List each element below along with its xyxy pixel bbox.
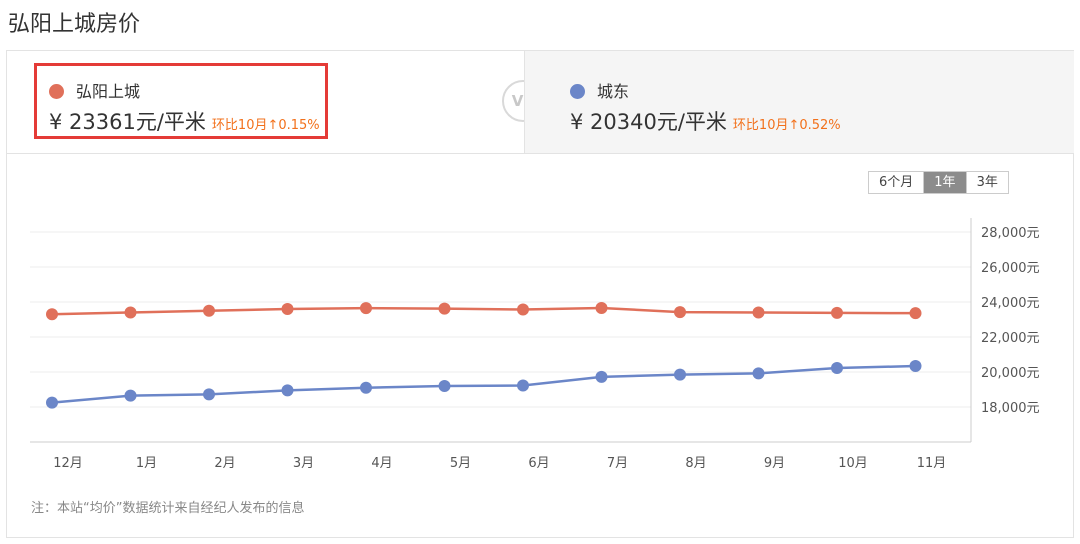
y-tick-label: 22,000元 bbox=[981, 331, 1040, 346]
series-point-0 bbox=[517, 303, 529, 316]
series-point-1 bbox=[124, 389, 137, 402]
x-tick-label: 5月 bbox=[450, 456, 471, 471]
x-tick-label: 6月 bbox=[528, 456, 549, 471]
x-tick-label: 1月 bbox=[136, 456, 157, 471]
series-point-0 bbox=[909, 307, 922, 320]
x-tick-label: 10月 bbox=[838, 456, 868, 471]
y-tick-label: 26,000元 bbox=[981, 261, 1040, 276]
series-point-0 bbox=[674, 306, 686, 319]
price-line-chart: 18,000元 20,000元 22,000元 24,000元 26,000元 28,00… bbox=[30, 218, 1040, 471]
y-tick-label: 28,000元 bbox=[981, 226, 1040, 241]
series-point-1 bbox=[831, 361, 843, 374]
series-point-0 bbox=[595, 301, 608, 314]
series-point-1 bbox=[909, 360, 922, 373]
series-point-0 bbox=[752, 306, 765, 319]
series-point-0 bbox=[281, 303, 294, 315]
x-tick-label: 8月 bbox=[685, 456, 706, 471]
series-point-0 bbox=[360, 302, 372, 315]
x-tick-label: 12月 bbox=[53, 456, 83, 471]
series-point-1 bbox=[360, 381, 372, 394]
series-point-1 bbox=[595, 370, 608, 383]
series-point-1 bbox=[281, 384, 294, 397]
x-tick-label: 9月 bbox=[764, 456, 785, 471]
series-point-0 bbox=[831, 306, 843, 319]
x-tick-label: 11月 bbox=[917, 456, 947, 471]
series-point-1 bbox=[438, 380, 451, 392]
x-tick-label: 3月 bbox=[293, 456, 314, 471]
series-point-1 bbox=[752, 367, 765, 380]
x-tick-label: 7月 bbox=[607, 456, 628, 471]
series-point-0 bbox=[46, 308, 58, 321]
series-point-0 bbox=[203, 304, 215, 317]
series-point-1 bbox=[674, 368, 686, 381]
series-point-0 bbox=[124, 306, 137, 319]
x-tick-label: 4月 bbox=[371, 456, 392, 471]
series-point-1 bbox=[517, 379, 529, 392]
y-tick-label: 24,000元 bbox=[981, 296, 1040, 311]
x-tick-label: 2月 bbox=[214, 456, 235, 471]
series-point-0 bbox=[438, 302, 451, 315]
y-tick-label: 20,000元 bbox=[981, 366, 1040, 381]
y-tick-label: 18,000元 bbox=[981, 401, 1040, 416]
series-line-0 bbox=[51, 306, 916, 316]
series-point-1 bbox=[46, 396, 58, 409]
series-point-1 bbox=[203, 388, 215, 401]
